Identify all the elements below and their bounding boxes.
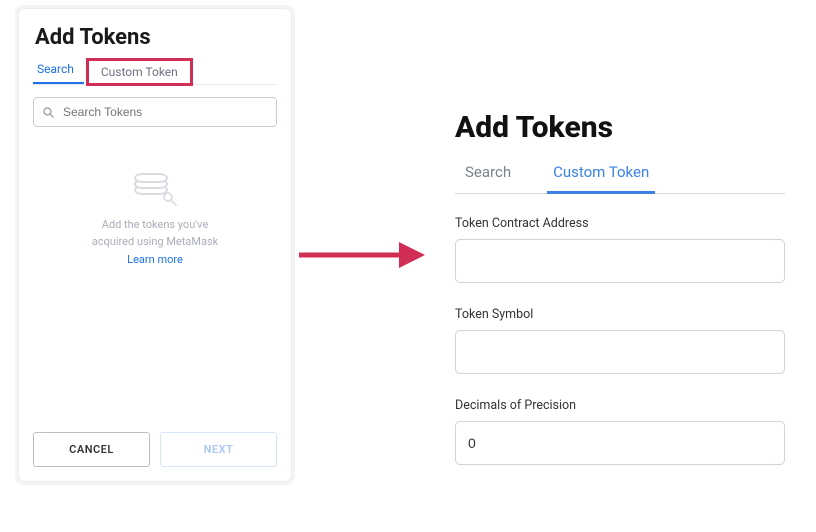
tabs-row: Search Custom Token	[455, 163, 785, 194]
tab-search[interactable]: Search	[33, 56, 84, 84]
highlight-box: Custom Token	[86, 58, 193, 86]
tabs-row: Search Custom Token	[33, 56, 277, 85]
cancel-button[interactable]: CANCEL	[33, 432, 150, 467]
next-button[interactable]: NEXT	[160, 432, 277, 467]
field-symbol: Token Symbol	[455, 307, 785, 374]
tab-search[interactable]: Search	[455, 163, 513, 193]
symbol-input[interactable]	[455, 330, 785, 374]
coin-stack-icon	[130, 167, 180, 207]
arrow-icon	[295, 240, 425, 270]
page-title: Add Tokens	[455, 110, 785, 145]
empty-state: Add the tokens you've acquired using Met…	[33, 167, 277, 269]
right-panel: Add Tokens Search Custom Token Token Con…	[455, 110, 785, 489]
learn-more-link[interactable]: Learn more	[127, 252, 183, 269]
symbol-label: Token Symbol	[455, 307, 785, 322]
address-input[interactable]	[455, 239, 785, 283]
tab-custom-token[interactable]: Custom Token	[89, 61, 190, 83]
decimals-label: Decimals of Precision	[455, 398, 785, 413]
empty-line1: Add the tokens you've	[102, 218, 209, 231]
footer-buttons: CANCEL NEXT	[33, 432, 277, 467]
decimals-input[interactable]	[455, 421, 785, 465]
field-address: Token Contract Address	[455, 216, 785, 283]
left-panel-inner: Add Tokens Search Custom Token	[19, 9, 291, 481]
empty-line2: acquired using MetaMask	[92, 235, 218, 248]
search-icon	[42, 106, 55, 119]
tab-custom-token[interactable]: Custom Token	[547, 163, 655, 194]
left-panel: Add Tokens Search Custom Token	[15, 5, 295, 485]
search-box[interactable]	[33, 97, 277, 127]
page-title: Add Tokens	[35, 25, 277, 50]
address-label: Token Contract Address	[455, 216, 785, 231]
field-decimals: Decimals of Precision	[455, 398, 785, 465]
search-input[interactable]	[61, 104, 268, 120]
empty-text: Add the tokens you've acquired using Met…	[53, 217, 257, 269]
